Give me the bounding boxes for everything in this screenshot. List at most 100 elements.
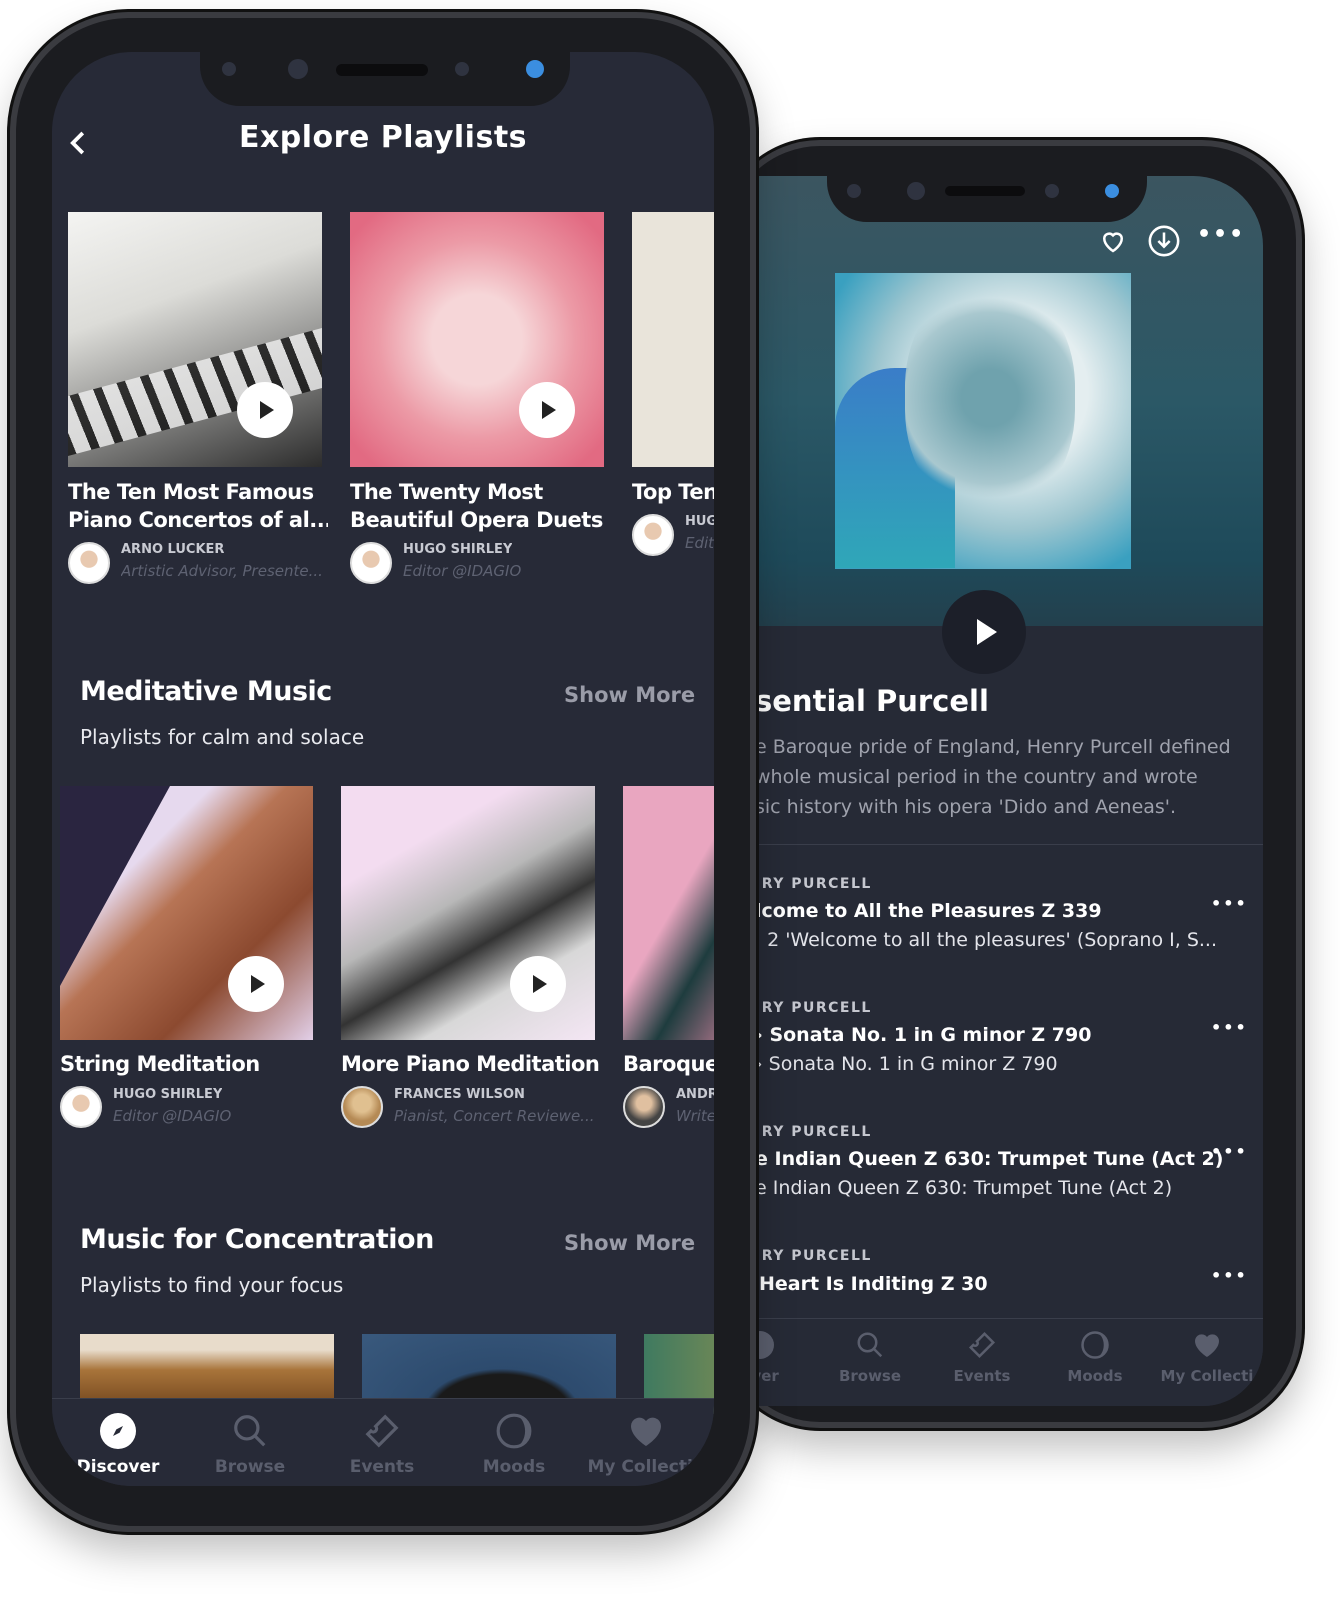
- tab-discover[interactable]: over: [745, 1329, 820, 1385]
- show-more-button[interactable]: Show More: [564, 683, 695, 707]
- play-icon: [977, 619, 997, 645]
- track-title: e Indian Queen Z 630: Trumpet Tune (Act …: [755, 1148, 1224, 1170]
- ticket-icon: [968, 1331, 996, 1359]
- compass-icon: [100, 1413, 136, 1449]
- divider: [745, 844, 1263, 845]
- description-line: e Baroque pride of England, Henry Purcel…: [755, 736, 1231, 758]
- ticket-icon: [365, 1414, 399, 1448]
- avatar: [341, 1086, 383, 1128]
- heart-icon: [1195, 1334, 1219, 1357]
- track-composer: IRY PURCELL: [755, 1124, 872, 1140]
- description-line: sic history with his opera 'Dido and Aen…: [755, 796, 1177, 818]
- playlist-title: Piano Concertos of al...: [68, 508, 328, 532]
- play-button[interactable]: [942, 590, 1026, 674]
- tab-discover[interactable]: Discover: [58, 1411, 178, 1477]
- author-role: Pianist, Concert Reviewe...: [394, 1107, 595, 1125]
- avatar: [632, 514, 674, 556]
- track-title: lcome to All the Pleasures Z 339: [755, 900, 1102, 922]
- section-subtitle: Playlists for calm and solace: [80, 725, 365, 749]
- playlist-title: More Piano Meditation: [341, 1052, 600, 1076]
- tab-label: Events: [349, 1457, 415, 1477]
- heart-icon: [1102, 232, 1124, 253]
- download-button[interactable]: [1147, 224, 1181, 258]
- playlist-title: Beautiful Opera Duets: [350, 508, 603, 532]
- track-title: Heart Is Inditing Z 30: [759, 1273, 988, 1295]
- track-subtitle: . 2 'Welcome to all the pleasures' (Sopr…: [755, 929, 1217, 951]
- avatar: [623, 1086, 665, 1128]
- author-name: HUGO SHIRLEY: [113, 1087, 223, 1102]
- play-button[interactable]: [237, 382, 293, 438]
- back-phone-screen: ••• sential Purcell e Baroque pride of E…: [745, 176, 1263, 1406]
- notch: [827, 176, 1147, 222]
- tab-my-collection[interactable]: My Collectio: [586, 1411, 706, 1477]
- tab-label: Discover: [76, 1457, 160, 1477]
- author-name: ANDR: [676, 1087, 714, 1102]
- track-title: › Sonata No. 1 in G minor Z 790: [755, 1024, 1092, 1046]
- avatar: [350, 542, 392, 584]
- tab-label: My Collectio: [587, 1457, 705, 1477]
- tab-bar: Discover Browse Events Moods My Collecti…: [52, 1398, 714, 1486]
- moon-icon: [496, 1413, 532, 1449]
- tab-label: Moods: [1067, 1367, 1123, 1385]
- show-more-button[interactable]: Show More: [564, 1231, 695, 1255]
- front-phone-screen: Explore Playlists The Ten Most Famous Pi…: [52, 52, 714, 1486]
- tab-my-collection[interactable]: My Collecti: [1147, 1329, 1263, 1385]
- playlist-title: String Meditation: [60, 1052, 260, 1076]
- author-role: Editor @IDAGIO: [403, 562, 522, 580]
- track-subtitle: e Indian Queen Z 630: Trumpet Tune (Act …: [755, 1177, 1173, 1199]
- track-more-icon[interactable]: •••: [1211, 1142, 1248, 1161]
- like-button[interactable]: [1098, 226, 1128, 256]
- album-art: [835, 273, 1131, 569]
- play-button[interactable]: [519, 382, 575, 438]
- track-more-icon[interactable]: •••: [1211, 894, 1248, 913]
- author-name: HUG: [685, 514, 714, 529]
- tab-label: Events: [953, 1367, 1011, 1385]
- tab-label: Browse: [838, 1367, 902, 1385]
- playlist-title: Top Ten: [632, 480, 714, 504]
- tab-moods[interactable]: Moods: [454, 1411, 574, 1477]
- tab-browse[interactable]: Browse: [190, 1411, 310, 1477]
- playlist-title: Baroque: [623, 1052, 714, 1076]
- heart-icon: [631, 1417, 661, 1446]
- tab-bar: over Browse Events Moods My Collecti: [745, 1318, 1263, 1406]
- tab-label: Moods: [482, 1457, 546, 1477]
- play-button[interactable]: [228, 956, 284, 1012]
- author-name: HUGO SHIRLEY: [403, 542, 513, 557]
- track-composer: IRY PURCELL: [755, 1248, 872, 1264]
- download-icon: [1148, 225, 1180, 257]
- track-more-icon[interactable]: •••: [1211, 1266, 1248, 1285]
- section-subtitle: Playlists to find your focus: [80, 1273, 344, 1297]
- play-button[interactable]: [510, 956, 566, 1012]
- playlist-cover: [632, 212, 714, 467]
- search-icon: [857, 1332, 883, 1358]
- search-icon: [234, 1415, 266, 1447]
- tab-label: My Collecti: [1160, 1367, 1254, 1385]
- page-title: Explore Playlists: [238, 120, 528, 155]
- avatar: [60, 1086, 102, 1128]
- moon-icon: [1081, 1331, 1109, 1359]
- track-subtitle: › Sonata No. 1 in G minor Z 790: [755, 1053, 1058, 1075]
- playlist-title: The Twenty Most: [350, 480, 543, 504]
- playlist-title: sential Purcell: [755, 684, 989, 718]
- more-icon[interactable]: •••: [1197, 222, 1245, 247]
- section-title: Meditative Music: [80, 676, 332, 707]
- track-more-icon[interactable]: •••: [1211, 1018, 1248, 1037]
- tab-events[interactable]: Events: [922, 1329, 1042, 1385]
- tab-browse[interactable]: Browse: [810, 1329, 930, 1385]
- track-composer: IRY PURCELL: [755, 876, 872, 892]
- tab-events[interactable]: Events: [322, 1411, 442, 1477]
- section-title: Music for Concentration: [80, 1224, 434, 1255]
- notch: [200, 52, 570, 106]
- author-role: Editor @IDAGIO: [113, 1107, 232, 1125]
- playlist-cover: [623, 786, 714, 1040]
- author-name: ARNO LÜCKER: [121, 542, 225, 557]
- track-composer: IRY PURCELL: [755, 1000, 872, 1016]
- author-role: Edit: [685, 534, 714, 552]
- playlist-title: The Ten Most Famous: [68, 480, 314, 504]
- author-role: Artistic Advisor, Presente...: [121, 562, 323, 580]
- avatar: [68, 542, 110, 584]
- author-role: Write: [676, 1107, 714, 1125]
- author-name: FRANCES WILSON: [394, 1087, 525, 1102]
- tab-moods[interactable]: Moods: [1035, 1329, 1155, 1385]
- description-line: whole musical period in the country and …: [755, 766, 1198, 788]
